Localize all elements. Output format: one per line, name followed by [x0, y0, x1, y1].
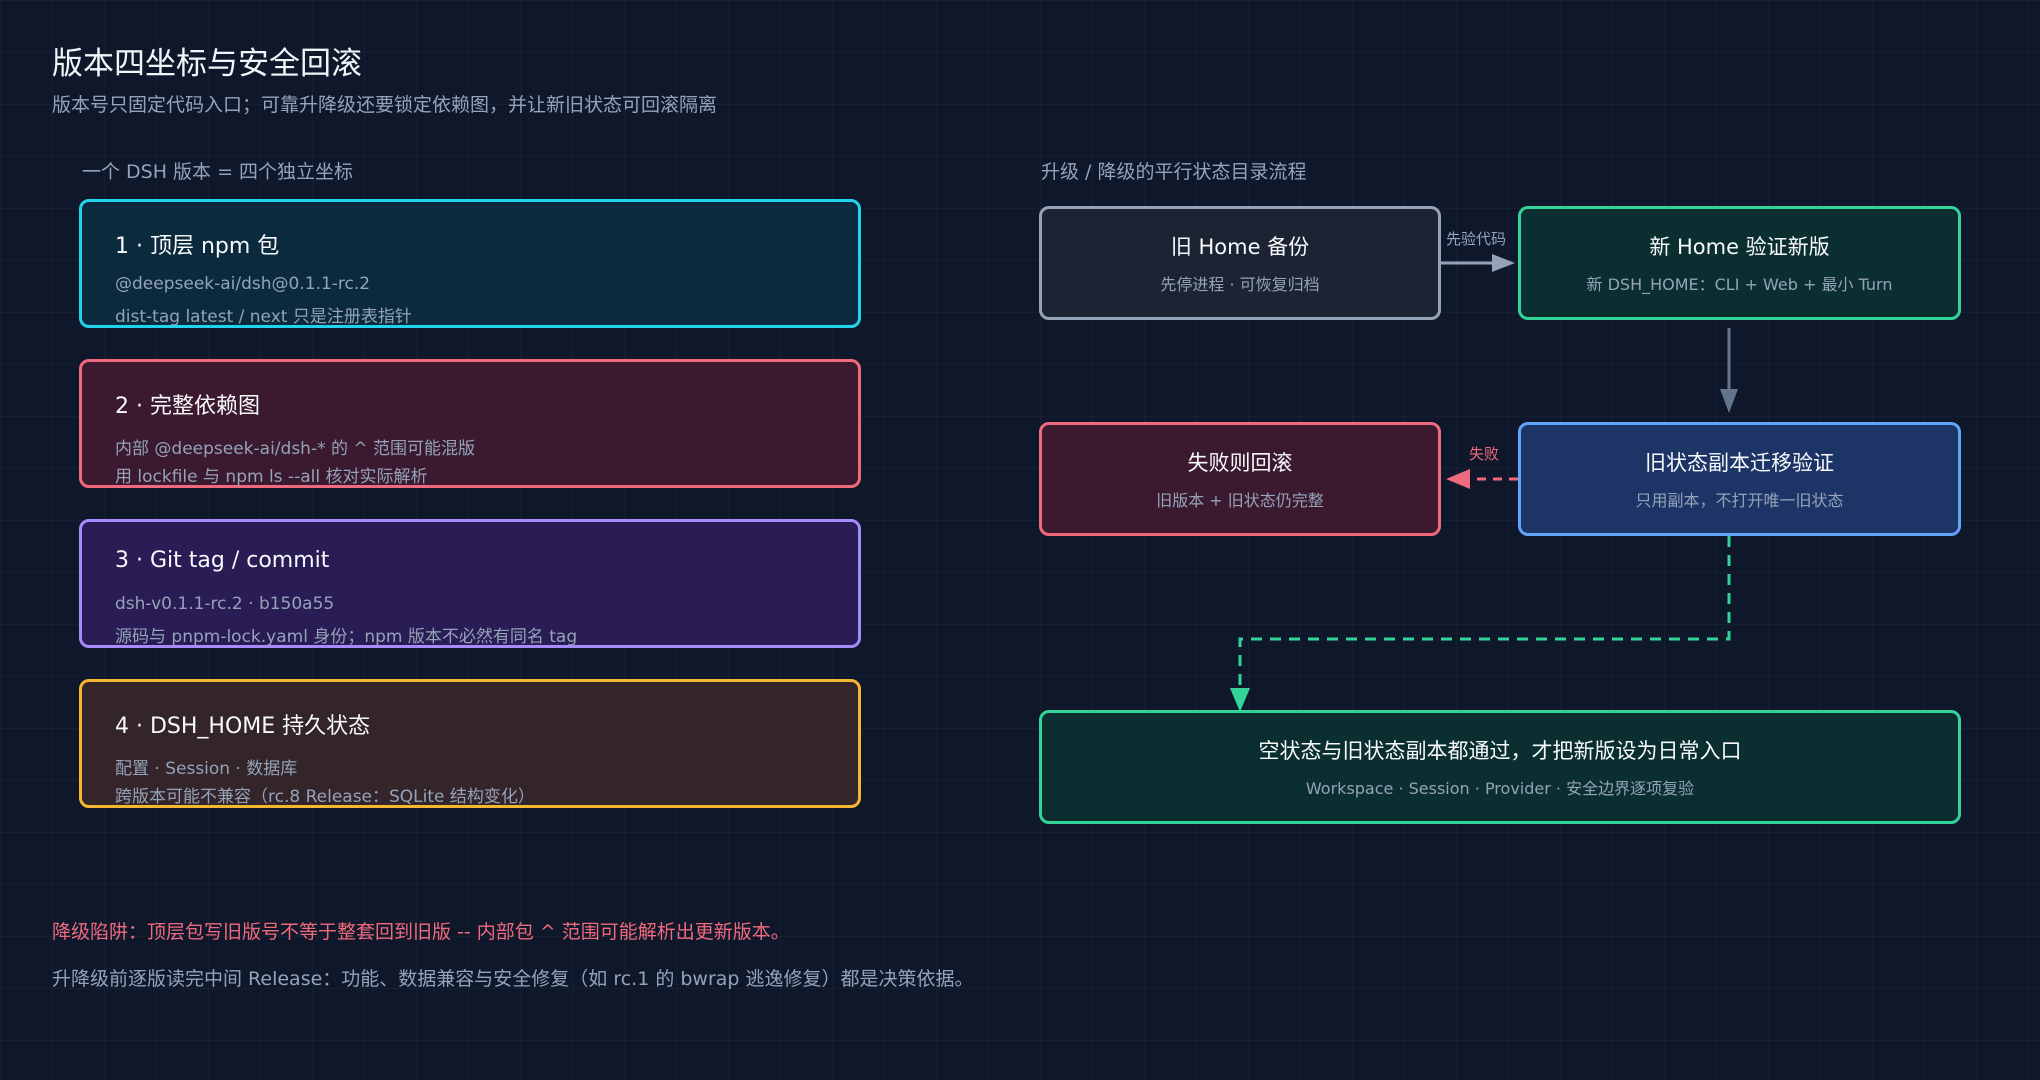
- edge-label-code-first: 先验代码: [1446, 230, 1507, 248]
- flow-node-subtitle: 先停进程 · 可恢复归档: [1160, 275, 1320, 294]
- flow-node-subtitle: Workspace · Session · Provider · 安全边界逐项复…: [1305, 779, 1695, 798]
- flow-node-title: 新 Home 验证新版: [1649, 235, 1830, 259]
- flow-node-final-promote: 空状态与旧状态副本都通过，才把新版设为日常入口 Workspace · Sess…: [1039, 710, 1961, 824]
- arrowhead-icon: [1720, 389, 1738, 413]
- flow-node-title: 失败则回滚: [1187, 451, 1293, 475]
- flow-node-backup-old-home: 旧 Home 备份 先停进程 · 可恢复归档: [1039, 206, 1441, 320]
- edge-label-failure: 失败: [1469, 445, 1500, 463]
- flow-node-verify-new-home: 新 Home 验证新版 新 DSH_HOME：CLI + Web + 最小 Tu…: [1518, 206, 1961, 320]
- edge-migrate-to-final: [1238, 536, 1731, 692]
- arrowhead-icon: [1446, 469, 1470, 489]
- flow-node-subtitle: 新 DSH_HOME：CLI + Web + 最小 Turn: [1586, 275, 1893, 294]
- flow-node-title: 旧状态副本迁移验证: [1645, 451, 1834, 475]
- flow-node-title: 旧 Home 备份: [1170, 235, 1310, 259]
- arrowhead-icon: [1230, 688, 1250, 712]
- arrowhead-icon: [1492, 254, 1515, 272]
- flow-node-migrate-verify: 旧状态副本迁移验证 只用副本，不打开唯一旧状态: [1518, 422, 1961, 536]
- release-note: 升降级前逐版读完中间 Release：功能、数据兼容与安全修复（如 rc.1 的…: [52, 968, 974, 990]
- flow-node-subtitle: 只用副本，不打开唯一旧状态: [1635, 491, 1844, 510]
- flow-node-title: 空状态与旧状态副本都通过，才把新版设为日常入口: [1258, 739, 1742, 763]
- flow-node-rollback: 失败则回滚 旧版本 + 旧状态仍完整: [1039, 422, 1441, 536]
- downgrade-warning: 降级陷阱：顶层包写旧版号不等于整套回到旧版 -- 内部包 ^ 范围可能解析出更新…: [52, 921, 790, 943]
- flow-node-subtitle: 旧版本 + 旧状态仍完整: [1156, 491, 1324, 510]
